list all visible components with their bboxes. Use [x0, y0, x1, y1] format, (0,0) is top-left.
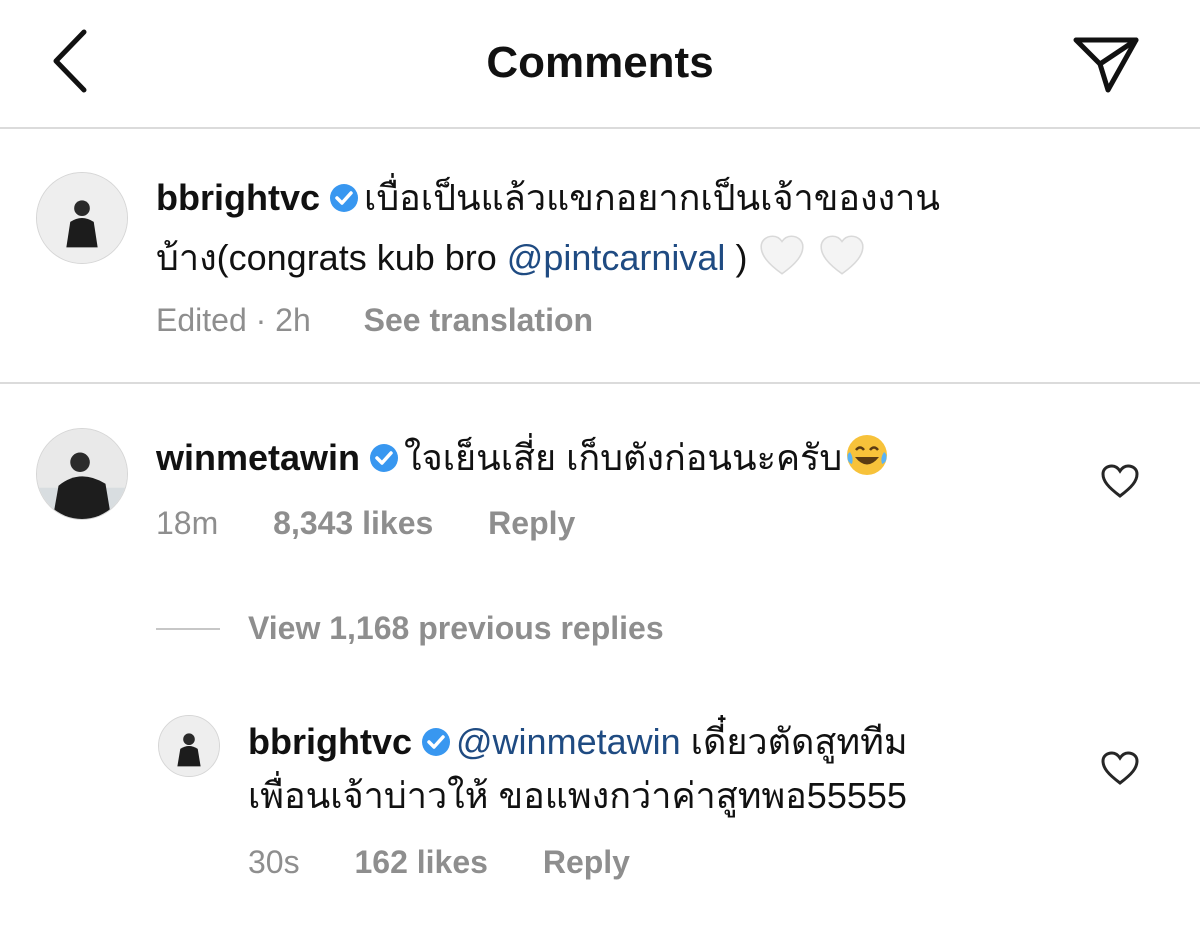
white-heart-icon: [760, 235, 805, 275]
reply-username[interactable]: bbrightvc: [248, 721, 412, 762]
reply-mention-link[interactable]: @winmetawin: [456, 721, 681, 762]
caption-edited-time: Edited · 2h: [156, 302, 311, 338]
comment-likes-link[interactable]: 8,343 likes: [273, 505, 433, 541]
see-translation-button[interactable]: See translation: [364, 302, 593, 338]
view-previous-replies-button[interactable]: View 1,168 previous replies: [248, 610, 664, 647]
reply-text-line2: เพื่อนเจ้าบ่าวให้ ขอแพงกว่าค่าสูทพอ55555: [248, 775, 907, 816]
verified-badge-icon: [422, 728, 451, 756]
avatar[interactable]: [36, 172, 128, 264]
caption-text-line2-suffix: ): [725, 237, 748, 278]
reply-meta: 30s 162 likes Reply: [248, 844, 630, 881]
avatar-photo: [159, 716, 219, 776]
white-heart-icon: [820, 235, 865, 275]
caption-text-line1: เบื่อเป็นแล้วแขกอยากเป็นเจ้าของงาน: [364, 177, 940, 218]
header-divider: [0, 127, 1200, 129]
caption-mention-link[interactable]: @pintcarnival: [507, 237, 726, 278]
caption-text-line2-prefix: บ้าง(congrats kub bro: [156, 237, 507, 278]
like-button[interactable]: [1100, 463, 1140, 499]
comment-reply-button[interactable]: Reply: [488, 505, 575, 541]
comment-text: ใจเย็นเสี่ย เก็บตังก่อนนะครับ: [404, 437, 843, 478]
reply-line-1: bbrightvc @winmetawin เดี๋ยวตัดสูททีม: [248, 720, 908, 764]
avatar-photo: [37, 173, 127, 263]
paper-plane-icon: [1073, 37, 1139, 93]
verified-badge-icon: [330, 184, 359, 212]
comment-line: winmetawin ใจเย็นเสี่ย เก็บตังก่อนนะครับ: [156, 432, 890, 480]
caption-meta: Edited · 2h See translation: [156, 302, 593, 339]
comment-username[interactable]: winmetawin: [156, 437, 360, 478]
header-bar: Comments: [0, 0, 1200, 128]
comment-time: 18m: [156, 505, 219, 541]
heart-outline-icon: [1101, 751, 1139, 785]
reply-reply-button[interactable]: Reply: [543, 844, 630, 880]
view-replies-label: View 1,168 previous replies: [248, 610, 664, 646]
avatar-photo: [37, 429, 127, 519]
verified-badge-icon: [370, 444, 399, 472]
caption-line-2: บ้าง(congrats kub bro @pintcarnival ): [156, 232, 867, 280]
tears-of-joy-icon: [847, 435, 888, 475]
caption-line-1: bbrightvc เบื่อเป็นแล้วแขกอยากเป็นเจ้าของ…: [156, 176, 940, 220]
replies-rule: [156, 628, 220, 630]
page-title: Comments: [486, 38, 714, 87]
reply-likes-link[interactable]: 162 likes: [354, 844, 487, 880]
comment-meta: 18m 8,343 likes Reply: [156, 505, 575, 542]
like-button[interactable]: [1100, 750, 1140, 786]
share-button[interactable]: [1068, 30, 1144, 96]
reply-line-2: เพื่อนเจ้าบ่าวให้ ขอแพงกว่าค่าสูทพอ55555: [248, 774, 907, 818]
caption-divider: [0, 382, 1200, 384]
reply-text-line1: เดี๋ยวตัดสูททีม: [680, 721, 908, 762]
reply-time: 30s: [248, 844, 300, 880]
avatar[interactable]: [36, 428, 128, 520]
avatar[interactable]: [158, 715, 220, 777]
heart-outline-icon: [1101, 464, 1139, 498]
caption-username[interactable]: bbrightvc: [156, 177, 320, 218]
